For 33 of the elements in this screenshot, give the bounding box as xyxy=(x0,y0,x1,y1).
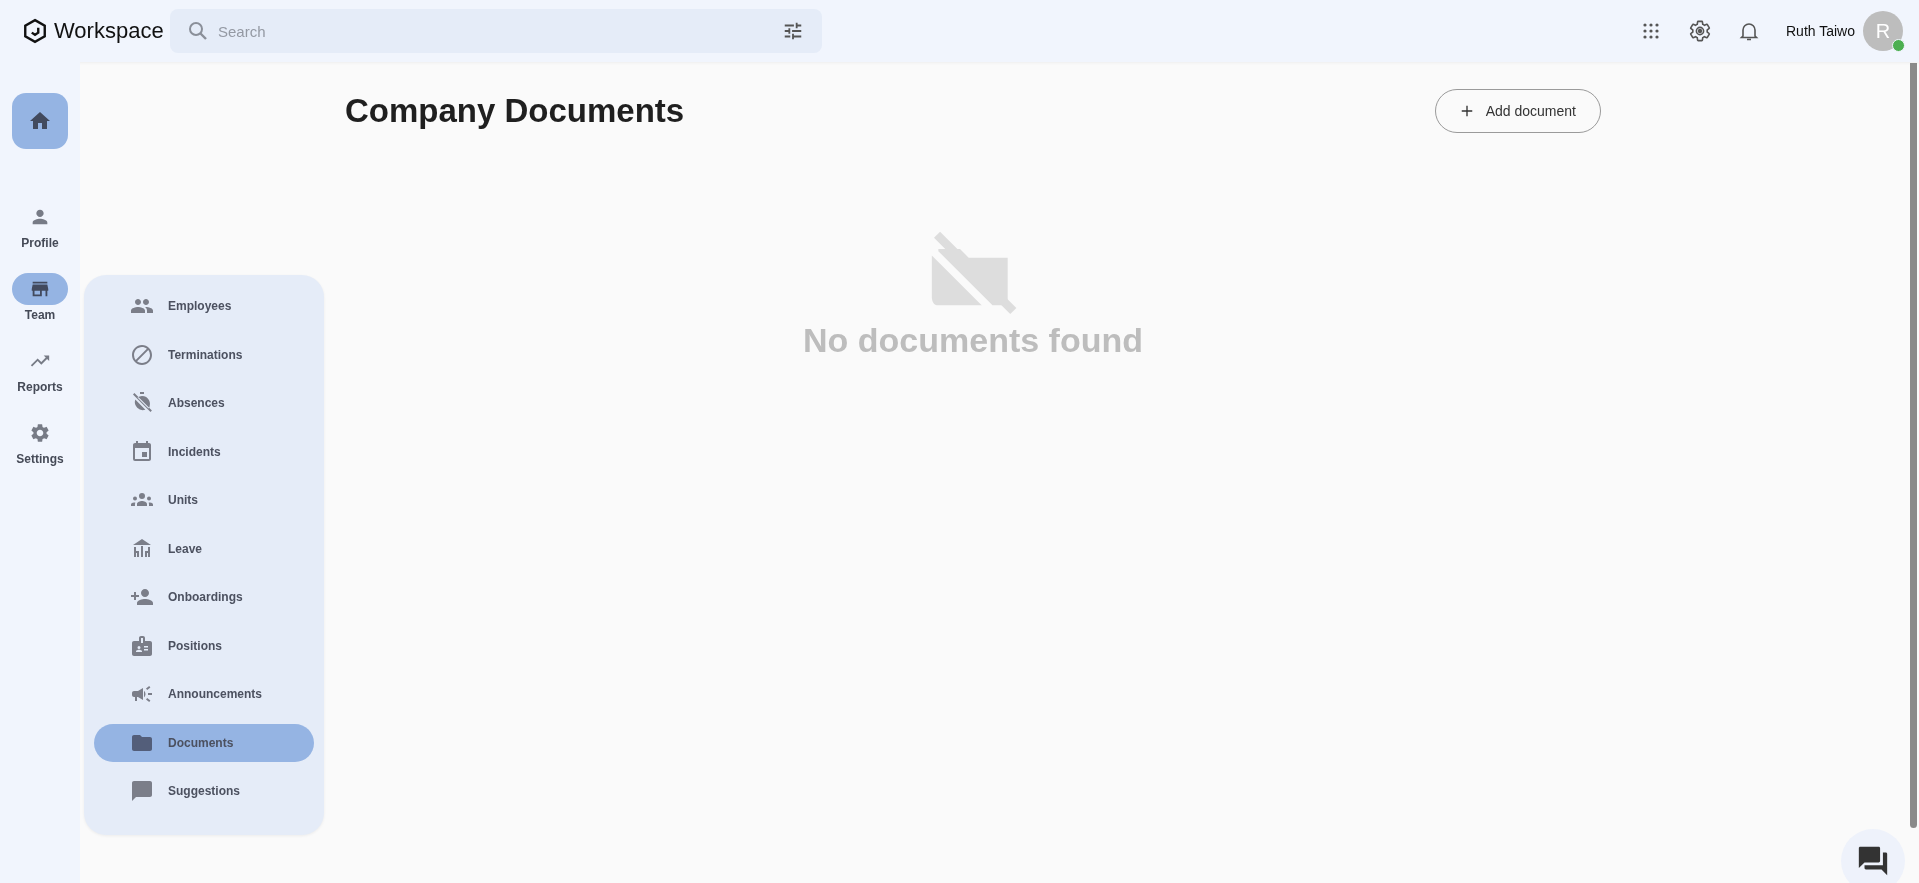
user-name: Ruth Taiwo xyxy=(1786,23,1855,39)
calendar-icon xyxy=(130,439,154,464)
search-field[interactable]: Search xyxy=(170,9,822,53)
hexagon-logo-icon xyxy=(22,18,48,44)
rail-item-label[interactable]: Profile xyxy=(21,236,59,250)
rail-item-label[interactable]: Reports xyxy=(17,380,63,394)
submenu-item[interactable]: Suggestions xyxy=(94,772,314,810)
empty-state-message: No documents found xyxy=(803,321,1143,360)
settings-icon[interactable] xyxy=(1688,19,1712,43)
id-badge-icon xyxy=(130,633,154,658)
submenu-item[interactable]: Positions xyxy=(94,626,314,665)
submenu-item[interactable]: Employees xyxy=(94,287,314,325)
rail-item[interactable] xyxy=(12,273,68,305)
submenu-item[interactable]: Documents xyxy=(94,723,314,762)
app-name: Workspace xyxy=(54,18,164,44)
submenu-item[interactable]: Terminations xyxy=(94,335,314,374)
submenu-item[interactable]: Announcements xyxy=(94,675,314,713)
speech-bubble-icon xyxy=(130,779,154,803)
rail-item-label[interactable]: Team xyxy=(24,308,56,322)
submenu-item[interactable]: Absences xyxy=(94,384,314,422)
home-button[interactable] xyxy=(12,93,68,149)
page-title: Company Documents xyxy=(345,92,685,130)
submenu-item[interactable]: Units xyxy=(94,481,314,519)
rail-item-label[interactable]: Settings xyxy=(16,452,64,466)
prohibited-icon xyxy=(130,342,154,367)
filter-sliders-icon[interactable] xyxy=(782,20,804,42)
scrollbar-thumb[interactable] xyxy=(1909,63,1917,828)
gear-icon xyxy=(29,422,51,444)
submenu-item[interactable]: Incidents xyxy=(94,432,314,471)
timer-off-icon xyxy=(130,391,154,415)
submenu-item[interactable]: Leave xyxy=(94,529,314,568)
chat-button[interactable] xyxy=(1841,829,1905,883)
submenu-item[interactable]: Onboardings xyxy=(94,578,314,616)
